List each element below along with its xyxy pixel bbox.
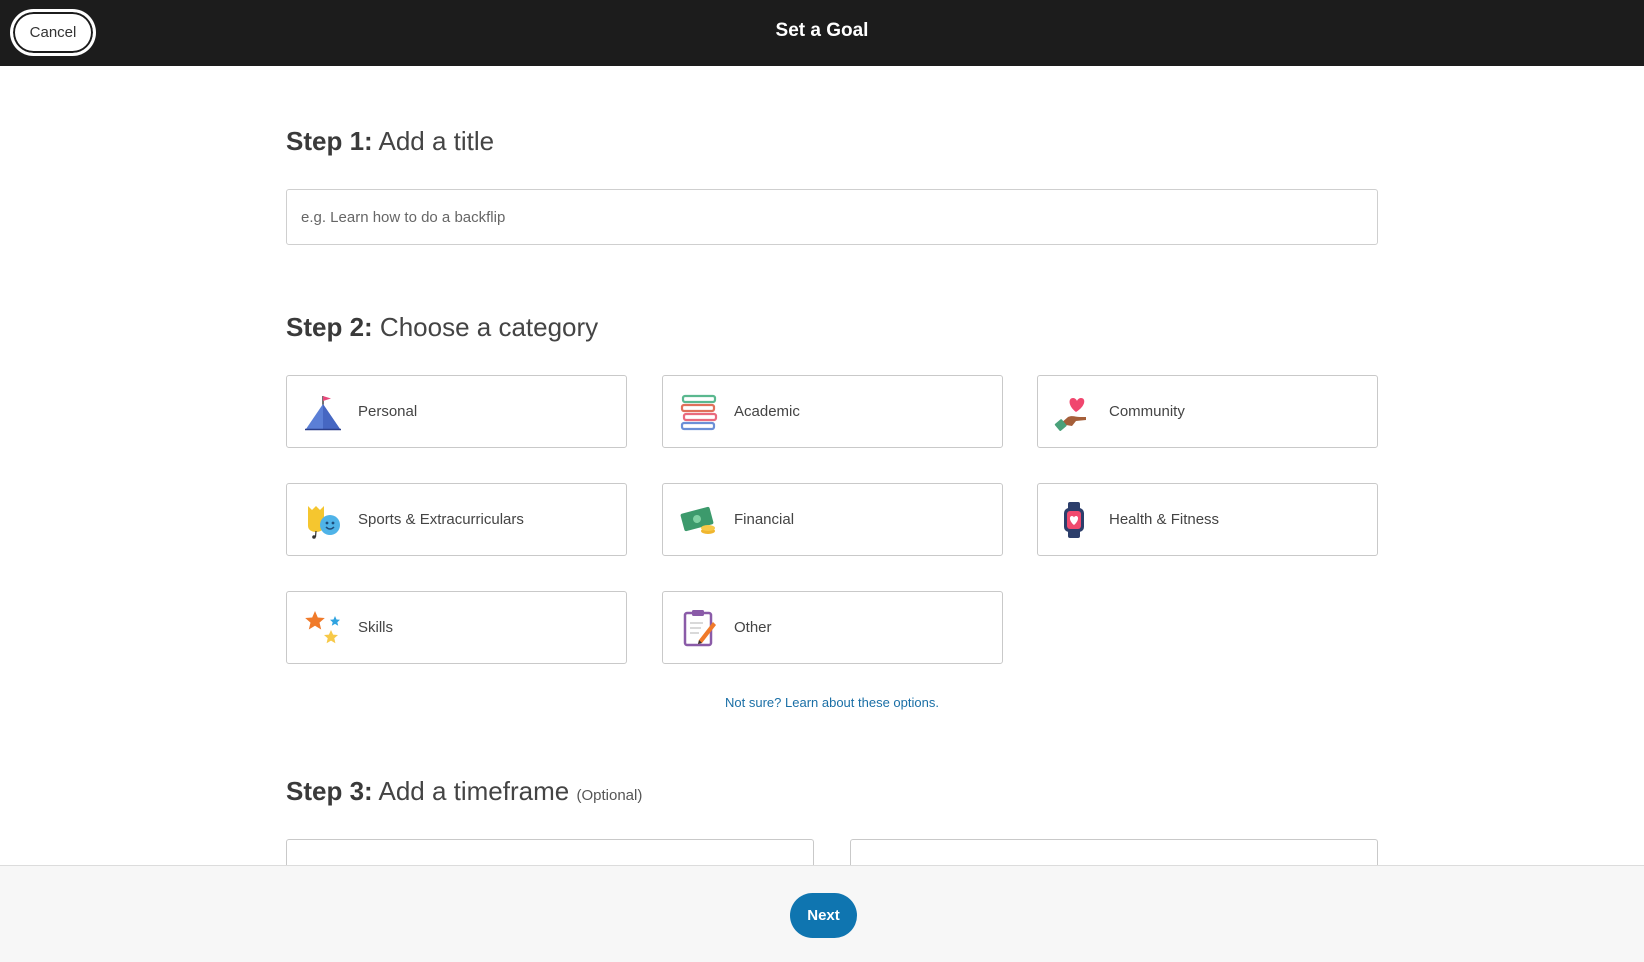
learn-about-options-link[interactable]: Not sure? Learn about these options. [286,695,1378,710]
books-icon [679,392,719,432]
smartwatch-heart-icon [1054,500,1094,540]
page-title: Set a Goal [775,20,869,41]
step3-label: Step 3: [286,776,373,806]
optional-label: (Optional) [576,787,643,804]
step1-text: Add a title [378,126,495,156]
category-skills[interactable]: Skills [286,591,627,664]
category-financial[interactable]: Financial [662,483,1003,556]
next-button[interactable]: Next [790,893,857,938]
category-label: Skills [358,619,394,636]
goal-title-input[interactable] [286,189,1378,245]
category-sports[interactable]: Sports & Extracurriculars [286,483,627,556]
step3-heading: Step 3: Add a timeframe (Optional) [286,776,642,807]
category-other[interactable]: Other [662,591,1003,664]
category-label: Community [1109,403,1185,420]
category-health-fitness[interactable]: Health & Fitness [1037,483,1378,556]
top-bar: Cancel Set a Goal [0,0,1644,66]
clipboard-pencil-icon [679,608,719,648]
money-icon [679,500,719,540]
category-community[interactable]: Community [1037,375,1378,448]
mountain-flag-icon [303,392,343,432]
heart-hand-icon [1054,392,1094,432]
category-label: Financial [734,511,795,528]
step2-text: Choose a category [379,312,599,342]
category-label: Personal [358,403,418,420]
step1-label: Step 1: [286,126,373,156]
step1-heading: Step 1: Add a title [286,126,494,157]
category-academic[interactable]: Academic [662,375,1003,448]
category-label: Other [734,619,772,636]
category-label: Academic [734,403,800,420]
stars-icon [303,608,343,648]
step2-label: Step 2: [286,312,373,342]
step3-text: Add a timeframe [378,776,570,806]
category-label: Health & Fitness [1109,511,1220,528]
category-label: Sports & Extracurriculars [358,511,524,528]
theater-masks-icon [303,500,343,540]
footer-bar: Next [0,865,1644,962]
category-personal[interactable]: Personal [286,375,627,448]
step2-heading: Step 2: Choose a category [286,312,598,343]
